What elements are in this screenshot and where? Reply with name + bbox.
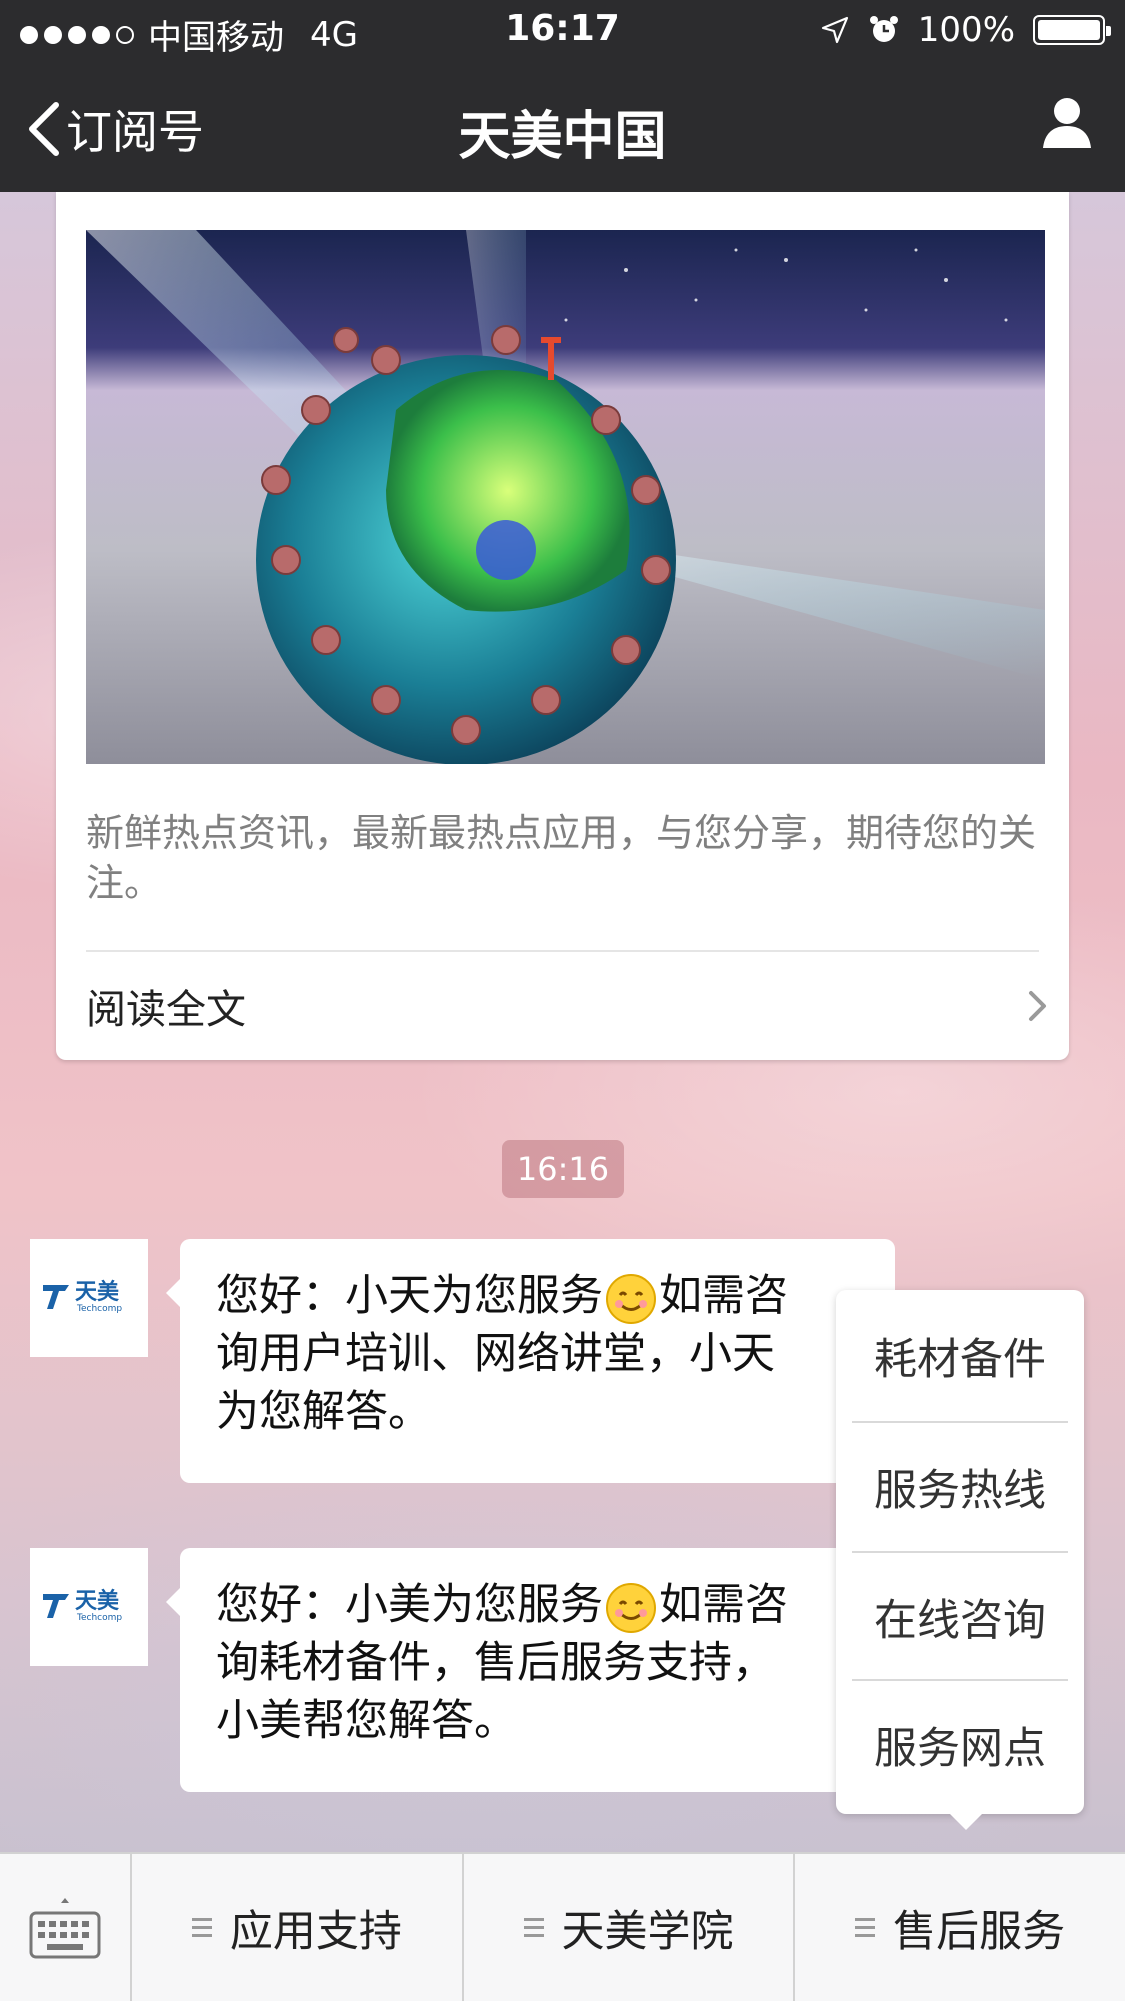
menu-tab-label: 天美学院 [561,1906,734,1957]
card-divider [86,950,1039,952]
keyboard-icon [29,1897,101,1958]
article-cover-image [86,230,1045,764]
nav-bar: 订阅号 天美中国 [0,60,1125,192]
message-line: 询用户培训、网络讲堂，小天 [216,1329,775,1379]
location-arrow-icon [821,16,848,44]
read-more-link[interactable]: 阅读全文 [86,962,1049,1050]
chat-timestamp: 16:16 [502,1140,624,1198]
submenu-item-consumables[interactable]: 耗材备件 [852,1292,1068,1420]
chevron-right-icon [1029,991,1046,1021]
smile-emoji-icon [606,1582,656,1633]
read-more-label: 阅读全文 [86,987,246,1033]
avatar[interactable]: 天美 Techcomp [30,1548,148,1666]
page-title: 天美中国 [458,107,667,167]
svg-text:Techcomp: Techcomp [76,1613,122,1623]
chat-message[interactable]: 您好：小天为您服务 如需咨 询用户培训、网络讲堂，小天 为您解答。 [166,1239,895,1483]
avatar[interactable]: 天美 Techcomp [30,1239,148,1357]
keyboard-toggle-button[interactable] [0,1854,132,2001]
menu-lines-icon [855,1918,876,1937]
svg-text:Techcomp: Techcomp [76,1304,122,1314]
top-bar: 中国移动 4G 16:17 100% 订阅号 天美中国 [0,0,1125,192]
menu-lines-icon [191,1918,212,1937]
alarm-icon [869,16,898,42]
menu-tab-academy[interactable]: 天美学院 [464,1854,796,2001]
chat-message[interactable]: 您好：小美为您服务 如需咨 询耗材备件，售后服务支持， 小美帮您解答。 [166,1548,895,1792]
menu-tab-label: 售后服务 [893,1906,1066,1957]
person-icon [1043,98,1091,148]
bottom-menu-bar: 应用支持 天美学院 售后服务 [0,1852,1125,2001]
svg-text:天美: 天美 [75,1588,120,1614]
techcomp-logo-icon: 天美 Techcomp [43,1279,122,1314]
article-description: 新鲜热点资讯，最新最热点应用，与您分享，期待您的关注。 [86,811,1037,905]
article-card[interactable]: 新鲜热点资讯，最新最热点应用，与您分享，期待您的关注。 阅读全文 [56,192,1069,1060]
profile-button[interactable] [1039,94,1095,154]
battery-icon [1033,15,1111,45]
submenu-item-online-consult[interactable]: 在线咨询 [852,1553,1068,1681]
message-line: 小美帮您解答。 [216,1696,517,1746]
svg-text:天美: 天美 [75,1279,120,1305]
submenu-item-hotline[interactable]: 服务热线 [852,1423,1068,1551]
menu-tab-app-support[interactable]: 应用支持 [132,1854,464,2001]
status-right: 100% [820,10,1111,50]
battery-percent: 100% [917,10,1015,50]
submenu-popup: 耗材备件 服务热线 在线咨询 服务网点 [836,1290,1084,1830]
message-line: 您好：小美为您服务 如需咨 [216,1576,859,1634]
menu-tab-label: 应用支持 [229,1906,402,1957]
message-line: 为您解答。 [216,1387,431,1437]
techcomp-logo-icon: 天美 Techcomp [43,1588,122,1623]
message-line: 您好：小天为您服务 如需咨 [216,1267,859,1325]
smile-emoji-icon [606,1273,656,1324]
message-line: 询耗材备件，售后服务支持， [216,1638,775,1688]
status-bar: 中国移动 4G 16:17 100% [0,0,1125,60]
menu-lines-icon [523,1918,544,1937]
menu-tab-after-sales[interactable]: 售后服务 [795,1854,1125,2001]
submenu-item-service-outlets[interactable]: 服务网点 [852,1681,1068,1809]
